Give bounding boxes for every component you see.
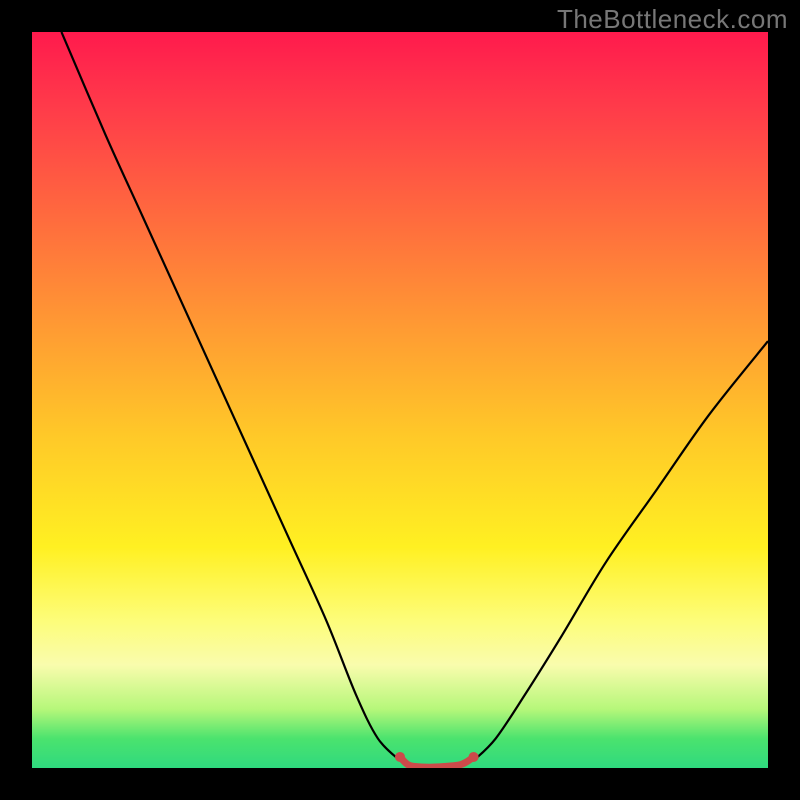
curve-layer: [32, 32, 768, 768]
red-trough-curve: [400, 757, 474, 767]
watermark-text: TheBottleneck.com: [557, 4, 788, 35]
chart-wrapper: TheBottleneck.com: [0, 0, 800, 800]
black-curve-right: [474, 341, 768, 761]
plot-area: [32, 32, 768, 768]
trough-marker: [395, 752, 405, 762]
trough-marker: [469, 752, 479, 762]
black-curve-left: [61, 32, 400, 761]
